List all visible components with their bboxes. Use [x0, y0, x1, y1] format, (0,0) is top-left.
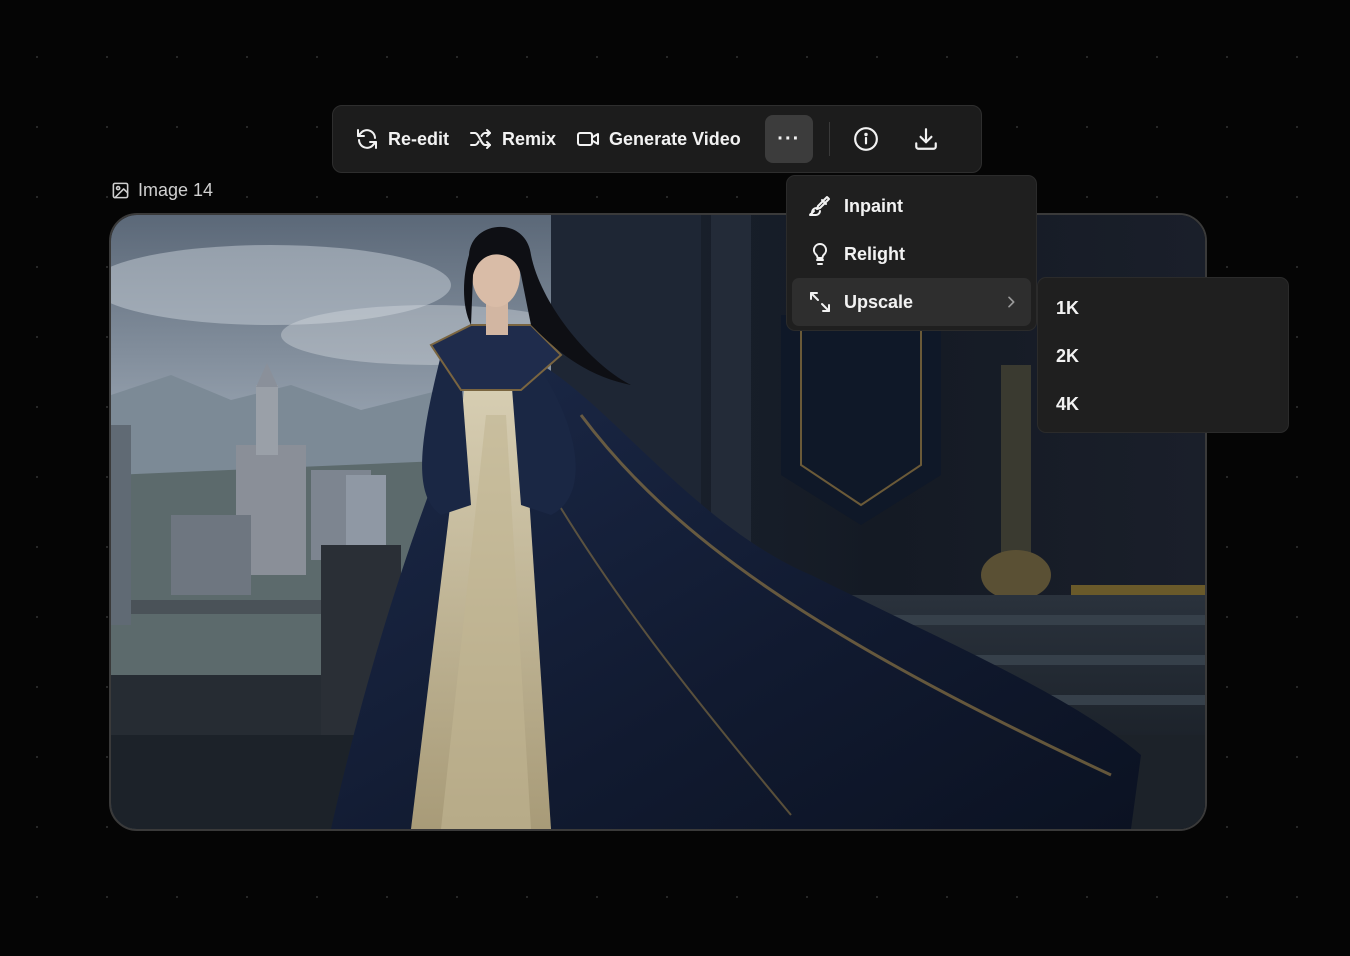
- menu-item-relight[interactable]: Relight: [792, 230, 1031, 278]
- remix-button[interactable]: Remix: [459, 115, 566, 163]
- refresh-icon: [357, 129, 377, 149]
- remix-label: Remix: [502, 128, 557, 149]
- image-icon: [112, 182, 129, 199]
- video-camera-icon: [577, 132, 600, 146]
- lightbulb-icon: [812, 242, 828, 265]
- generate-video-label: Generate Video: [609, 128, 741, 149]
- toolbar-divider: [828, 122, 830, 156]
- shuffle-icon: [470, 129, 492, 149]
- reedit-label: Re-edit: [388, 128, 450, 149]
- upscale-submenu: 1K 2K 4K: [1037, 277, 1289, 433]
- reedit-button[interactable]: Re-edit: [345, 115, 459, 163]
- image-title-text: Image 14: [138, 180, 214, 200]
- menu-item-upscale[interactable]: Upscale: [792, 278, 1031, 326]
- generate-video-button[interactable]: Generate Video: [566, 115, 751, 163]
- image-toolbar: Re-edit Remix Generate Video ···: [332, 105, 982, 173]
- menu-item-label: Inpaint: [844, 195, 903, 216]
- brush-icon: [809, 196, 830, 216]
- expand-arrows-icon: [810, 292, 830, 312]
- download-button[interactable]: [904, 115, 948, 163]
- menu-item-label: Upscale: [844, 291, 914, 312]
- more-options-menu: Inpaint Relight Upscale: [786, 175, 1037, 331]
- canvas: Re-edit Remix Generate Video ··· Image 1…: [0, 0, 1350, 956]
- info-icon: [853, 127, 878, 151]
- menu-item-inpaint[interactable]: Inpaint: [792, 182, 1031, 230]
- more-dots-icon: ···: [777, 128, 801, 150]
- upscale-option-1k[interactable]: 1K: [1043, 284, 1283, 332]
- download-icon: [914, 128, 937, 150]
- upscale-option-4k[interactable]: 4K: [1043, 380, 1283, 428]
- info-button[interactable]: [844, 115, 888, 163]
- more-options-button[interactable]: ···: [764, 115, 813, 163]
- upscale-option-2k[interactable]: 2K: [1043, 332, 1283, 380]
- chevron-right-icon: [1008, 296, 1015, 308]
- image-title: Image 14: [111, 180, 213, 201]
- menu-item-label: Relight: [844, 243, 905, 264]
